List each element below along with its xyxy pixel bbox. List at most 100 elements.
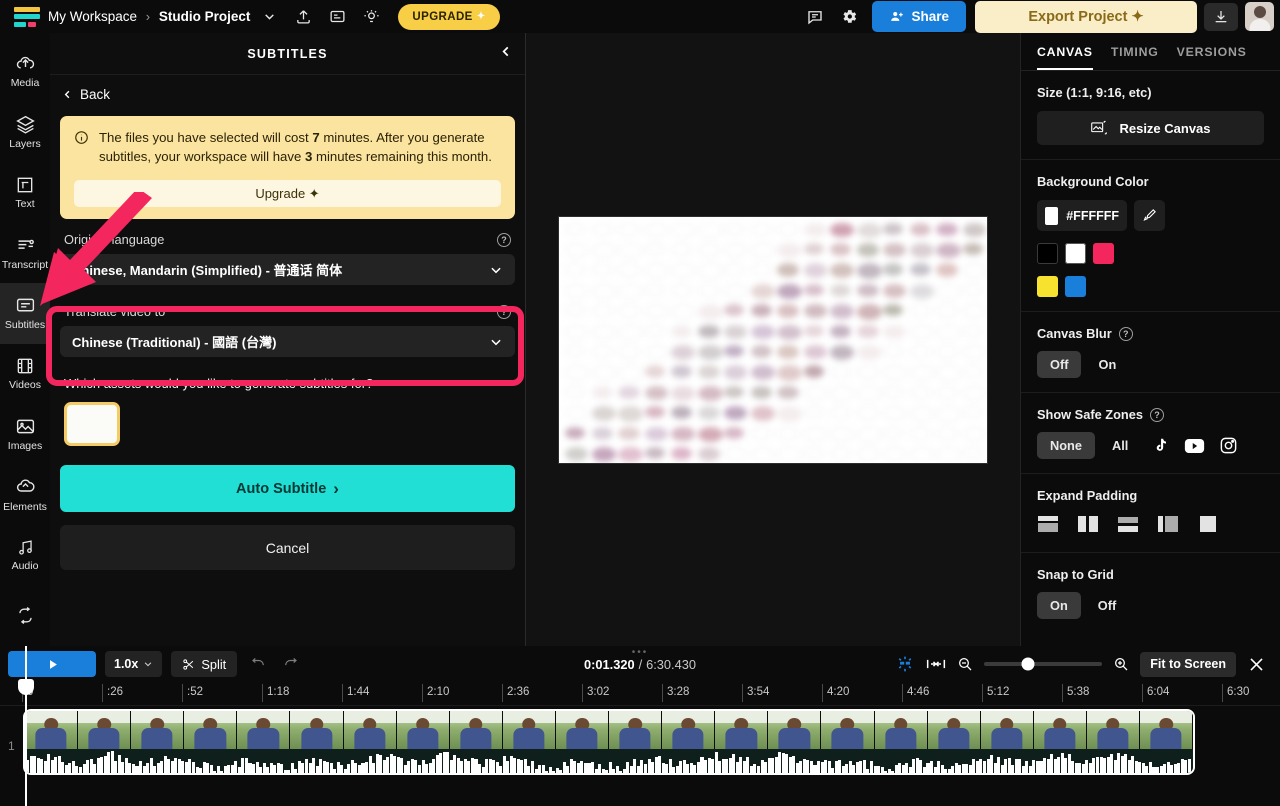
background-hex-field[interactable]: #FFFFFF [1037, 200, 1127, 231]
pad-top-icon[interactable] [1037, 515, 1059, 538]
split-button[interactable]: Split [171, 651, 237, 677]
sidebar-label-elements: Elements [3, 501, 47, 513]
sidebar-item-videos[interactable]: Videos [0, 344, 50, 405]
sidebar-item-images[interactable]: Images [0, 404, 50, 465]
sidebar-item-loop[interactable] [0, 586, 50, 647]
canvas-blur-on[interactable]: On [1085, 351, 1129, 378]
safe-zone-none[interactable]: None [1037, 432, 1095, 459]
swatch-white[interactable] [1065, 243, 1086, 264]
chevron-down-icon[interactable] [254, 4, 284, 30]
sidebar-item-media[interactable]: Media [0, 41, 50, 102]
pad-left-icon[interactable] [1157, 515, 1179, 538]
chevron-right-icon: › [333, 479, 339, 499]
auto-subtitle-button[interactable]: Auto Subtitle › [60, 465, 515, 512]
swatch-red[interactable] [1093, 243, 1114, 264]
fit-selection-icon[interactable] [926, 657, 946, 671]
tiktok-icon[interactable] [1145, 433, 1175, 459]
zoom-slider-knob[interactable] [1021, 658, 1034, 671]
gear-icon[interactable] [834, 4, 864, 30]
video-canvas[interactable] [558, 216, 988, 464]
zoom-slider[interactable] [984, 662, 1102, 666]
cancel-button[interactable]: Cancel [60, 525, 515, 570]
undo-icon[interactable] [246, 656, 270, 673]
loop-icon [16, 606, 35, 625]
zoom-out-icon[interactable] [957, 656, 973, 672]
timeline-ruler[interactable]: 0:26:521:181:442:102:363:023:283:544:204… [0, 682, 1280, 706]
avatar[interactable] [1245, 2, 1274, 31]
captions-icon[interactable] [322, 4, 352, 30]
left-sidebar: Media Layers Text Transcript Subtitles V… [0, 33, 50, 646]
pad-none-icon[interactable] [1197, 515, 1219, 538]
swatch-blue[interactable] [1065, 276, 1086, 297]
playhead-handle[interactable] [18, 679, 34, 695]
logo-icon[interactable] [14, 7, 40, 27]
help-circle-icon[interactable]: ? [1150, 408, 1164, 422]
help-circle-icon[interactable]: ? [497, 233, 511, 247]
notice-upgrade-button[interactable]: Upgrade ✦ [74, 180, 501, 207]
asset-thumbnail[interactable] [64, 402, 120, 446]
pad-left-right-icon[interactable] [1077, 515, 1099, 538]
snap-on[interactable]: On [1037, 592, 1081, 619]
comment-icon[interactable] [800, 4, 830, 30]
playback-speed-select[interactable]: 1.0x [105, 651, 162, 677]
ruler-tick: 6:04 [1142, 684, 1169, 702]
upgrade-button[interactable]: UPGRADE ✦ [398, 4, 499, 30]
fit-to-screen-button[interactable]: Fit to Screen [1140, 652, 1236, 677]
instagram-icon[interactable] [1213, 433, 1243, 459]
help-circle-icon[interactable]: ? [497, 305, 511, 319]
close-icon[interactable] [1247, 655, 1266, 674]
timeline-clip[interactable] [25, 711, 1193, 773]
resize-canvas-button[interactable]: Resize Canvas [1037, 111, 1264, 145]
zoom-in-icon[interactable] [1113, 656, 1129, 672]
original-language-field: Original language ? Chinese, Mandarin (S… [50, 232, 525, 285]
swatch-yellow[interactable] [1037, 276, 1058, 297]
original-language-value: Chinese, Mandarin (Simplified) - 普通话 简体 [72, 260, 342, 279]
chevron-down-icon [143, 659, 153, 669]
sidebar-label-videos: Videos [9, 379, 41, 391]
safe-zone-all[interactable]: All [1099, 432, 1141, 459]
waveform-bar [1188, 759, 1191, 773]
canvas-content-pattern [559, 217, 987, 463]
playhead[interactable] [25, 646, 27, 806]
youtube-icon[interactable] [1179, 433, 1209, 459]
sidebar-item-subtitles[interactable]: Subtitles [0, 283, 50, 344]
tab-versions[interactable]: VERSIONS [1177, 45, 1247, 70]
breadcrumb-workspace[interactable]: My Workspace [48, 9, 137, 24]
sidebar-label-transcript: Transcript [2, 259, 48, 271]
original-language-select[interactable]: Chinese, Mandarin (Simplified) - 普通话 简体 [60, 254, 515, 285]
snap-off[interactable]: Off [1085, 592, 1129, 619]
magnet-snap-icon[interactable] [895, 655, 915, 673]
chevron-left-icon[interactable] [499, 44, 513, 63]
help-circle-icon[interactable]: ? [1119, 327, 1133, 341]
upload-icon[interactable] [288, 4, 318, 30]
lightbulb-icon[interactable] [356, 4, 386, 30]
swatch-black[interactable] [1037, 243, 1058, 264]
ruler-tick: 6:30 [1222, 684, 1249, 702]
share-button[interactable]: Share [872, 1, 966, 32]
translate-to-select[interactable]: Chinese (Traditional) - 國語 (台灣) [60, 326, 515, 357]
sidebar-item-layers[interactable]: Layers [0, 102, 50, 163]
text-edit-icon [15, 175, 35, 195]
sidebar-item-audio[interactable]: Audio [0, 525, 50, 586]
clip-thumbnail [556, 711, 609, 749]
tab-canvas[interactable]: CANVAS [1037, 45, 1093, 70]
sidebar-item-text[interactable]: Text [0, 162, 50, 223]
redo-icon[interactable] [279, 656, 303, 673]
clip-thumbnails [25, 711, 1193, 749]
tab-timing[interactable]: TIMING [1111, 45, 1159, 70]
canvas-blur-off[interactable]: Off [1037, 351, 1081, 378]
eyedropper-icon[interactable] [1134, 200, 1165, 231]
play-button[interactable] [8, 651, 96, 677]
breadcrumb-project[interactable]: Studio Project [159, 9, 251, 24]
back-button[interactable]: Back [50, 75, 525, 108]
notice-text: The files you have selected will cost 7 … [99, 129, 501, 166]
download-icon[interactable] [1204, 3, 1238, 31]
timeline: ••• 1.0x Split 0:01.320/6:30.430 Fit to … [0, 646, 1280, 806]
translate-to-label: Translate video to [64, 304, 165, 319]
clip-thumbnail [662, 711, 715, 749]
chevron-left-icon [62, 89, 73, 100]
sidebar-item-transcript[interactable]: Transcript [0, 223, 50, 284]
export-project-button[interactable]: Export Project ✦ [975, 1, 1197, 33]
pad-bottom-icon[interactable] [1117, 515, 1139, 538]
sidebar-item-elements[interactable]: Elements [0, 465, 50, 526]
